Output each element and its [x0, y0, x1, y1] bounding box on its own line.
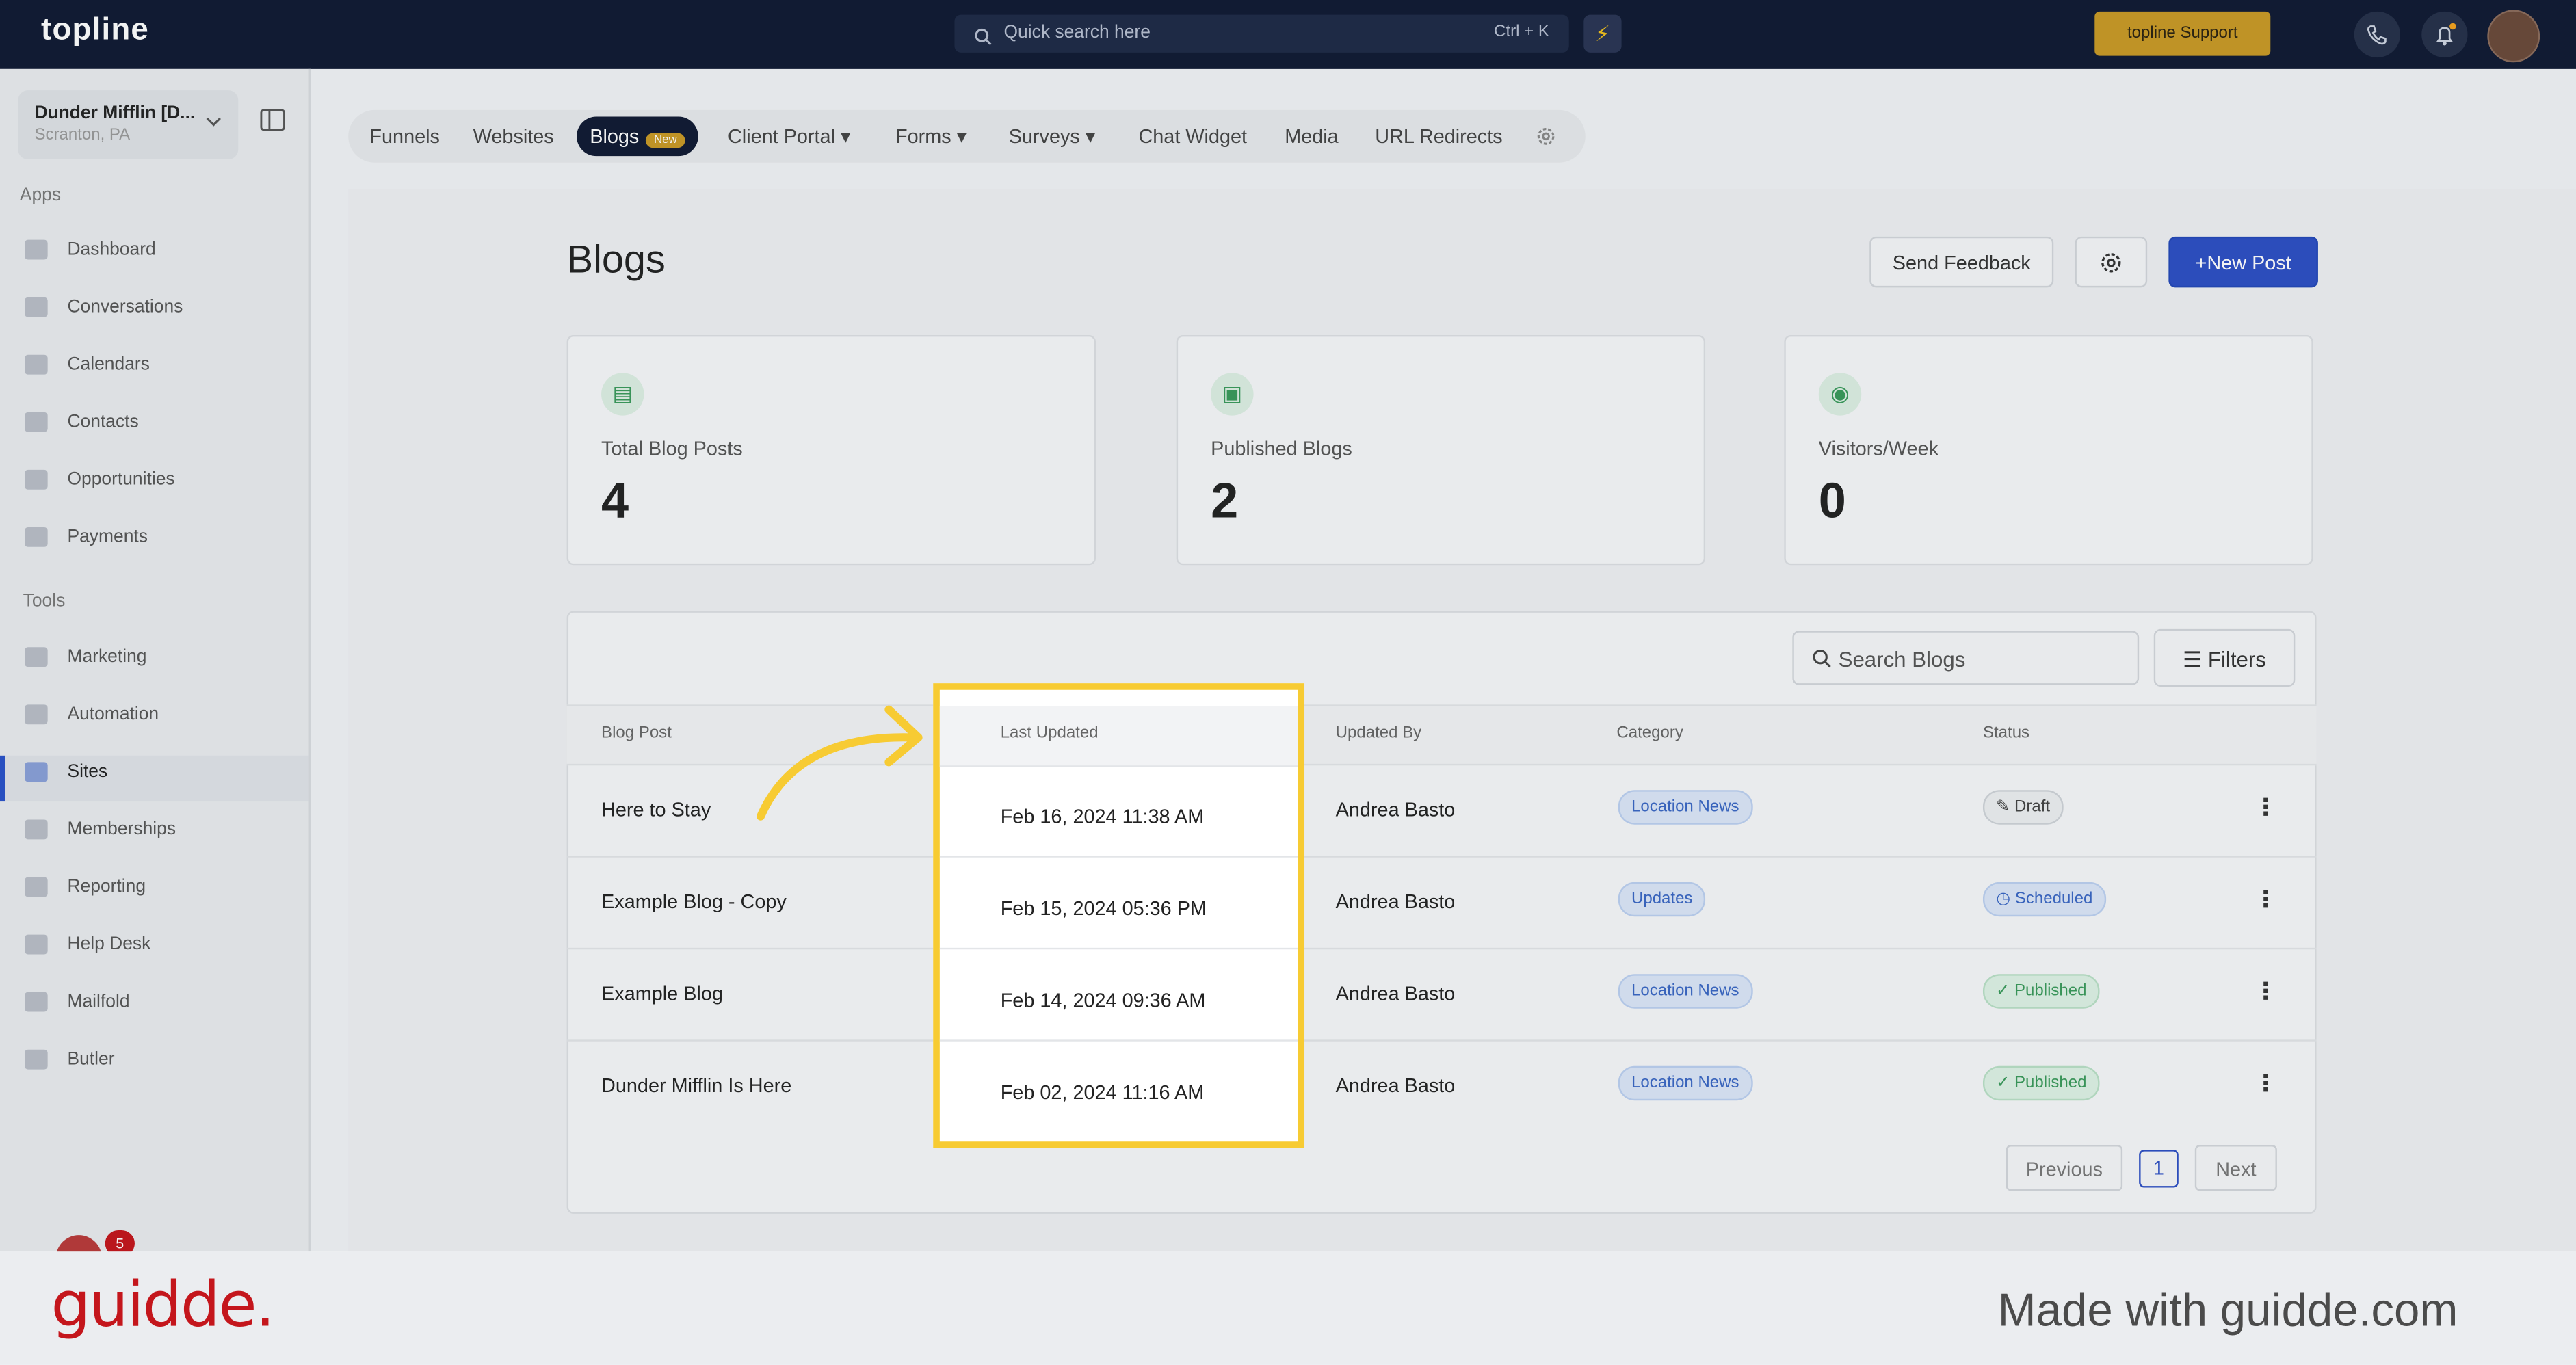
pointer-arrow-icon — [757, 705, 923, 821]
row-last-updated: Feb 15, 2024 05:36 PM — [1000, 897, 1207, 920]
row-last-updated: Feb 02, 2024 11:16 AM — [1000, 1081, 1205, 1104]
made-with-label: Made with guidde.com — [1997, 1284, 2458, 1336]
row-last-updated: Feb 16, 2024 11:38 AM — [1000, 804, 1205, 828]
guidde-logo: guidde. — [51, 1268, 275, 1340]
divider — [939, 856, 1298, 858]
row-last-updated: Feb 14, 2024 09:36 AM — [1000, 988, 1206, 1012]
divider — [939, 1039, 1298, 1042]
divider — [939, 947, 1298, 950]
highlight-header-bg — [939, 706, 1298, 767]
last-updated-highlight: Last Updated Feb 16, 2024 11:38 AM Feb 1… — [933, 683, 1305, 1148]
header-last-updated[interactable]: Last Updated — [1001, 724, 1099, 742]
